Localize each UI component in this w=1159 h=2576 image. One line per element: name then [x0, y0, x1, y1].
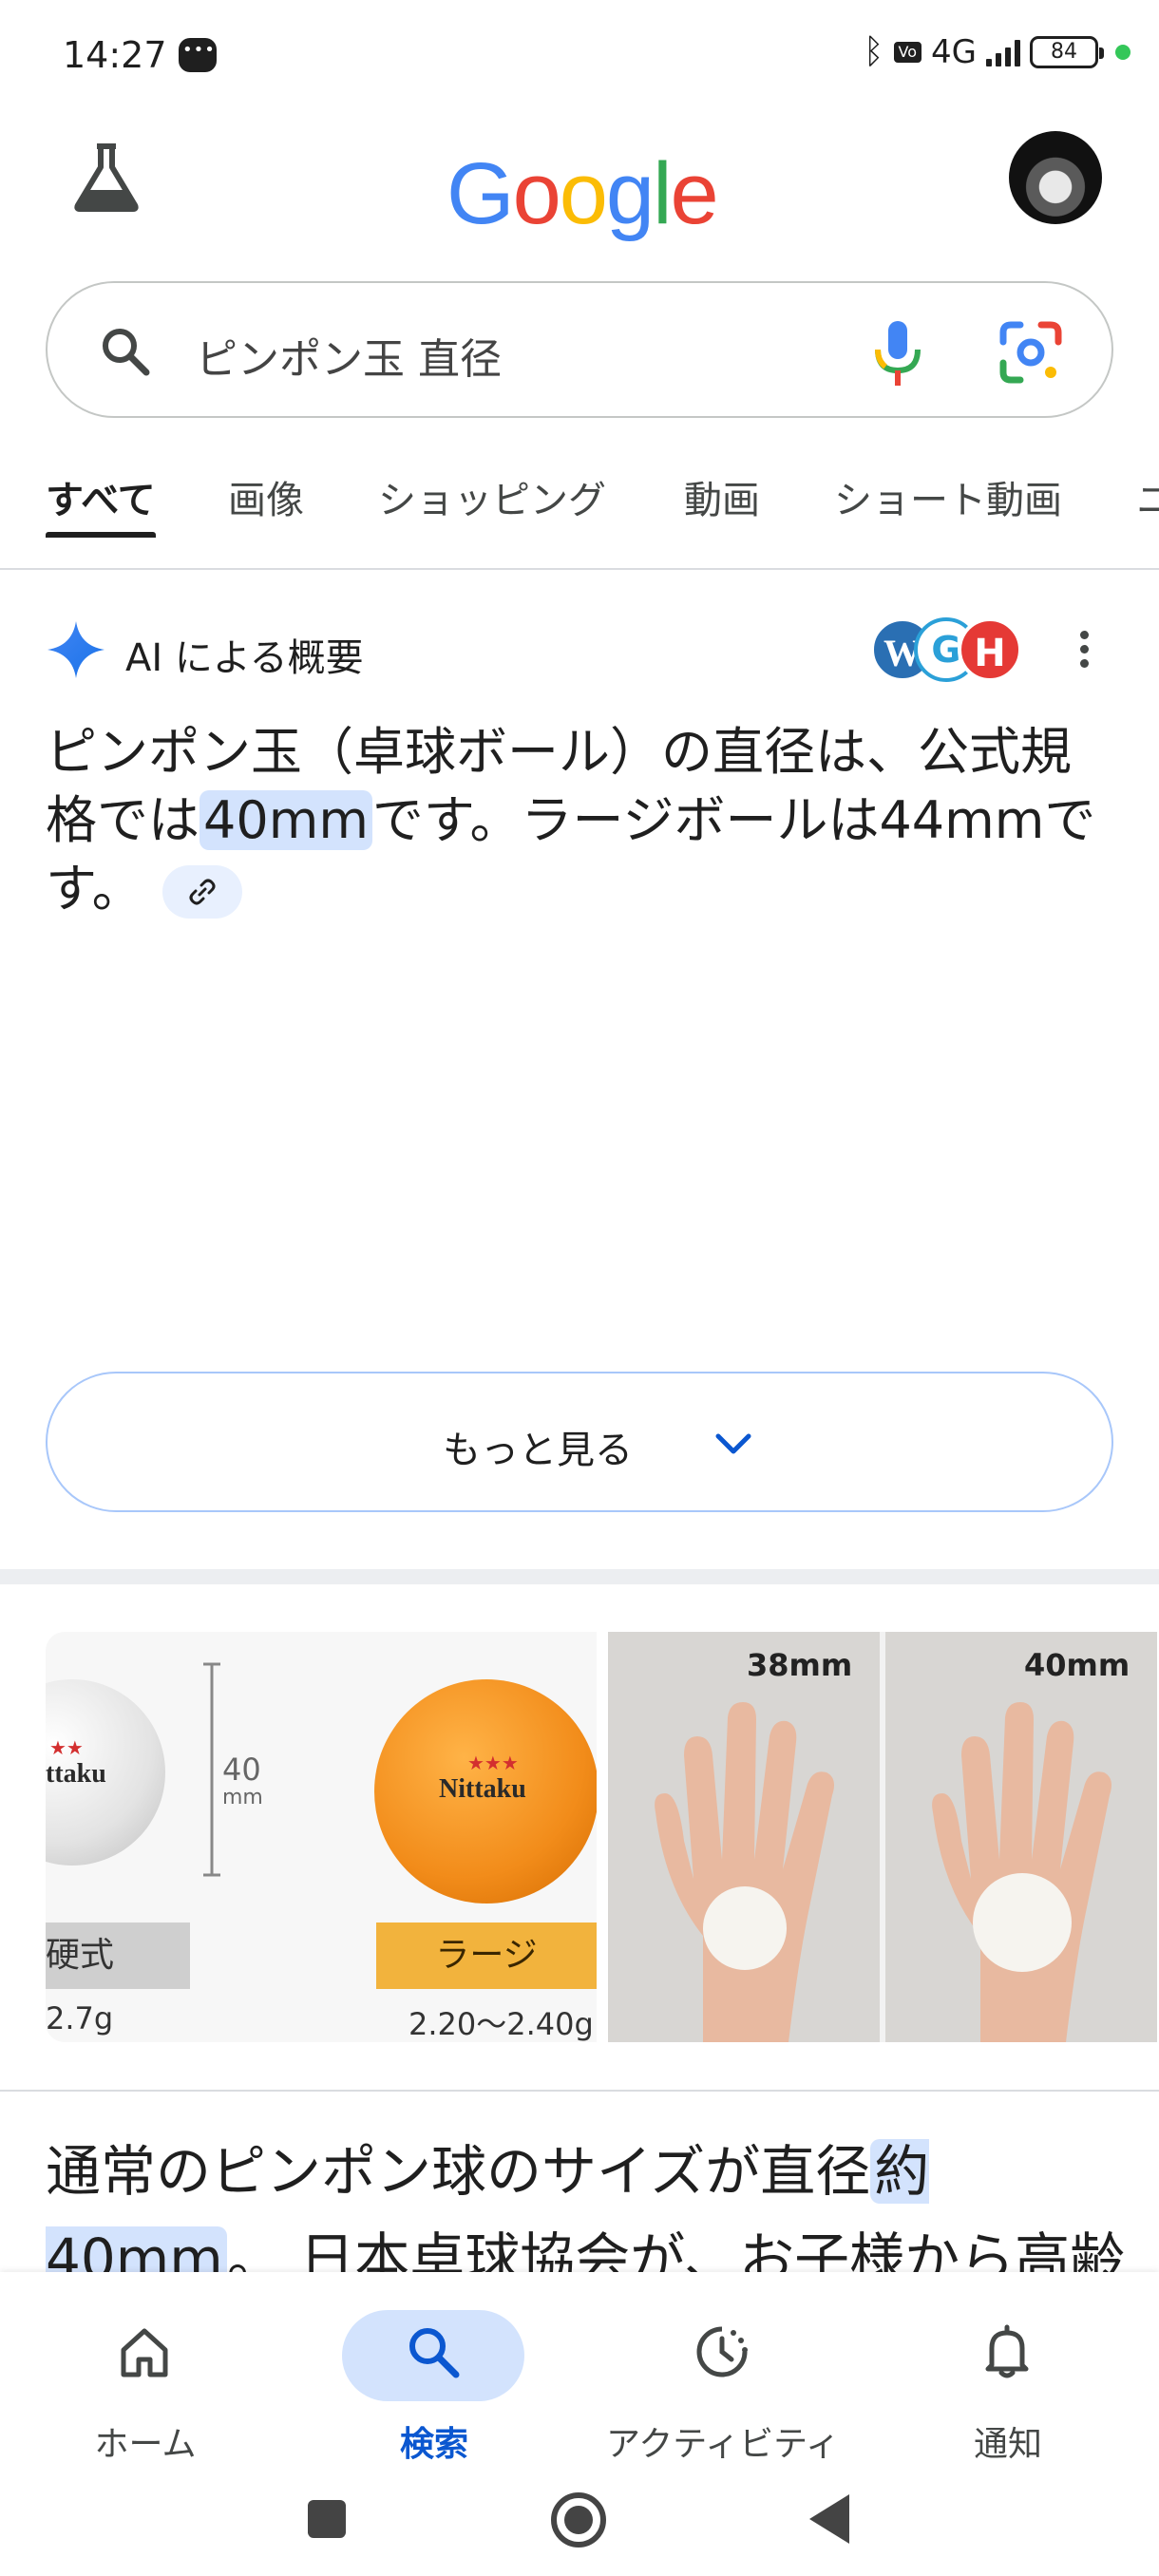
- profile-avatar[interactable]: [1009, 131, 1102, 224]
- measure-unit: mm: [222, 1786, 263, 1809]
- tab-5[interactable]: ニ: [1136, 469, 1159, 545]
- tab-4[interactable]: ショート動画: [834, 469, 1062, 545]
- signal-icon: [986, 38, 1020, 66]
- privacy-indicator-icon: [1115, 44, 1130, 60]
- nav-label-home: ホーム: [94, 2425, 197, 2464]
- search-input[interactable]: ピンポン玉 直径: [196, 325, 502, 386]
- nav-item-activity[interactable]: アクティビティ: [606, 2293, 840, 2464]
- source-link-chip[interactable]: [162, 865, 242, 919]
- image-result-hands[interactable]: 38mm 40mm: [608, 1632, 1157, 2042]
- nav-item-notifications[interactable]: 通知: [908, 2293, 1117, 2464]
- volte-icon: Vo: [893, 41, 922, 63]
- more-options-icon[interactable]: [1070, 625, 1098, 682]
- source-site-h-icon[interactable]: H: [958, 617, 1022, 682]
- show-more-button[interactable]: もっと見る: [46, 1372, 1113, 1512]
- nav-label-notifications: 通知: [973, 2425, 1042, 2464]
- status-indicators: ᛒ Vo 4G 84: [864, 32, 1130, 71]
- home-icon: [121, 2328, 168, 2377]
- back-button[interactable]: [809, 2494, 849, 2544]
- microphone-icon[interactable]: [864, 317, 931, 389]
- measure-value: 40: [222, 1752, 261, 1788]
- show-more-label: もっと見る: [443, 1429, 633, 1472]
- result-text-before: 通常のピンポン球のサイズが直径: [46, 2139, 871, 2204]
- logo-letter: g: [605, 145, 655, 242]
- search-box[interactable]: ピンポン玉 直径: [46, 281, 1113, 418]
- logo-letter: o: [512, 145, 561, 242]
- result-divider: [0, 2090, 1159, 2092]
- label-standard: 硬式: [46, 1923, 190, 1989]
- system-navigation-bar: [0, 2481, 1159, 2576]
- image-results: ★★ ttaku 40 mm ★★★ Nittaku 硬式 ラージ 2.7g 2…: [46, 1632, 1159, 2042]
- status-bar: 14:27 ᛒ Vo 4G 84: [0, 0, 1159, 114]
- nav-label-activity: アクティビティ: [606, 2425, 840, 2464]
- status-time: 14:27: [63, 34, 167, 76]
- ai-overview-header: AI による概要 W G H: [46, 614, 1119, 690]
- hand-panel-left: 38mm: [608, 1632, 880, 2042]
- nav-item-home[interactable]: ホーム: [46, 2293, 255, 2464]
- hand-right-size: 40mm: [1024, 1647, 1130, 1683]
- hand-left-size: 38mm: [747, 1647, 853, 1683]
- logo-letter: G: [446, 145, 515, 242]
- google-lens-icon[interactable]: [998, 319, 1064, 386]
- tab-1[interactable]: 画像: [228, 469, 304, 545]
- weight-standard: 2.7g: [46, 2000, 114, 2036]
- ai-overview-text: ピンポン玉（卓球ボール）の直径は、公式規格では40mmです。ラージボールは44m…: [46, 718, 1119, 923]
- flask-icon[interactable]: [68, 139, 144, 215]
- link-icon: [189, 879, 216, 905]
- search-tabs: すべて画像ショッピング 動画ショート動画ニ: [0, 465, 1159, 570]
- tab-0[interactable]: すべて: [46, 469, 156, 545]
- tab-2[interactable]: ショッピング: [378, 469, 606, 545]
- image-result-ball-comparison[interactable]: ★★ ttaku 40 mm ★★★ Nittaku 硬式 ラージ 2.7g 2…: [46, 1632, 597, 2042]
- ai-text-highlight: 40mm: [200, 790, 372, 850]
- ai-sources[interactable]: W G H: [870, 614, 1060, 686]
- nav-label-search: 検索: [399, 2425, 468, 2464]
- bell-icon: [985, 2324, 1029, 2378]
- bluetooth-icon: ᛒ: [863, 32, 884, 71]
- tab-3[interactable]: 動画: [684, 469, 760, 545]
- ai-overview-title: AI による概要: [125, 636, 364, 680]
- bottom-navigation: ホーム 検索 アクティビティ 通知: [0, 2272, 1159, 2481]
- hand-image: [655, 1702, 834, 2042]
- battery-icon: 84: [1030, 35, 1104, 68]
- search-icon: [409, 2328, 460, 2378]
- orange-ball-stars: ★★★: [467, 1752, 519, 1774]
- network-type: 4G: [931, 32, 977, 71]
- google-logo[interactable]: Google: [446, 144, 719, 244]
- nav-item-search[interactable]: 検索: [334, 2293, 543, 2464]
- chat-notification-icon: [179, 38, 217, 72]
- chevron-down-icon: [715, 1433, 751, 1454]
- hand-panel-right: 40mm: [885, 1632, 1157, 2042]
- logo-letter: e: [670, 145, 719, 242]
- weight-large: 2.20～2.40g: [408, 2006, 594, 2042]
- hand-image: [932, 1702, 1112, 2042]
- white-ball-brand: ttaku: [46, 1759, 106, 1789]
- ball-stars: ★★: [49, 1736, 84, 1759]
- activity-icon: [696, 2326, 748, 2377]
- orange-ball-brand: Nittaku: [439, 1774, 526, 1804]
- label-large: ラージ: [376, 1923, 597, 1989]
- section-divider: [0, 1569, 1159, 1584]
- logo-letter: o: [559, 145, 608, 242]
- logo-letter: l: [653, 145, 673, 242]
- search-icon: [103, 329, 150, 376]
- sparkle-icon: [48, 621, 104, 678]
- home-button[interactable]: [551, 2492, 606, 2548]
- recents-button[interactable]: [308, 2500, 346, 2538]
